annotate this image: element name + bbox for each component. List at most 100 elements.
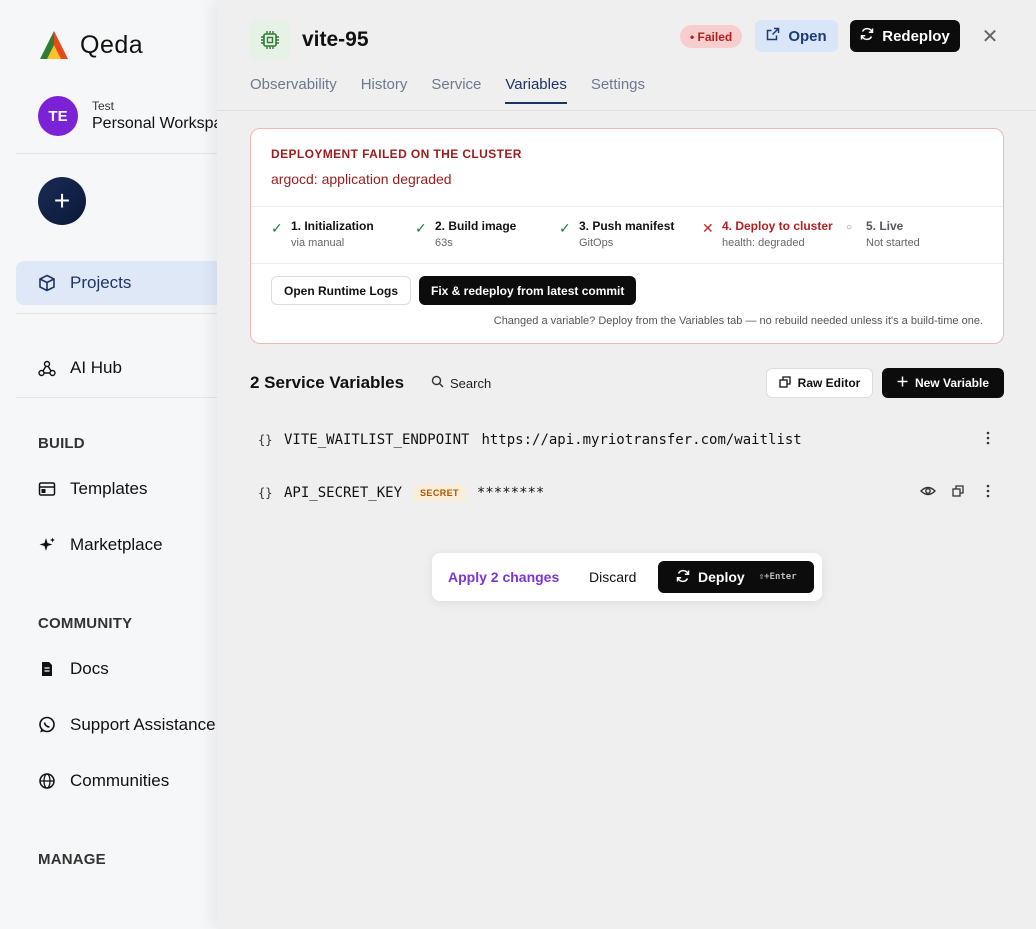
- variables-title: 2 Service Variables: [250, 373, 405, 392]
- divider: [251, 263, 1003, 264]
- secret-badge: SECRET: [414, 485, 465, 501]
- fix-redeploy-button[interactable]: Fix & redeploy from latest commit: [419, 276, 637, 305]
- search-label: Search: [450, 375, 492, 391]
- create-button[interactable]: +: [38, 177, 86, 225]
- refresh-icon: [860, 27, 874, 45]
- section-title-build: BUILD: [38, 435, 85, 452]
- templates-icon: [38, 480, 56, 498]
- error-hint: Changed a variable? Deploy from the Vari…: [493, 315, 983, 327]
- braces-icon: {}: [258, 433, 273, 447]
- variable-name: API_SECRET_KEY: [284, 485, 403, 501]
- qeda-logo-icon: [40, 31, 68, 59]
- sidebar-item-templates[interactable]: Templates: [16, 467, 217, 511]
- deploy-button[interactable]: Deploy ⇧+Enter: [658, 561, 814, 593]
- sidebar-item-ai-hub[interactable]: AI Hub: [16, 346, 217, 390]
- ai-hub-icon: [38, 359, 56, 377]
- workspace-switcher[interactable]: TE Test Personal Workspace: [38, 96, 217, 136]
- kebab-icon: [986, 484, 990, 502]
- deployment-error-card: DEPLOYMENT FAILED ON THE CLUSTER argocd:…: [250, 128, 1004, 344]
- sidebar-item-label: Marketplace: [70, 535, 163, 554]
- sidebar-item-marketplace[interactable]: Marketplace: [16, 523, 217, 567]
- section-title-manage: MANAGE: [38, 851, 106, 868]
- pipeline-step-initialization: ✓ 1. Initialization via manual: [271, 219, 374, 249]
- status-badge: • Failed: [680, 25, 743, 48]
- workspace-name: Personal Workspace: [92, 115, 217, 132]
- sidebar-item-docs[interactable]: Docs: [16, 647, 217, 691]
- deploy-label: Deploy: [698, 569, 745, 585]
- sidebar-item-label: Support Assistance: [70, 715, 216, 734]
- eye-icon: [920, 485, 936, 501]
- sidebar-item-label: Docs: [70, 659, 109, 678]
- reveal-button[interactable]: [920, 485, 936, 501]
- more-options-button[interactable]: [980, 431, 996, 448]
- variable-name: VITE_WAITLIST_ENDPOINT: [284, 432, 470, 448]
- divider: [217, 110, 1036, 111]
- sidebar-item-communities[interactable]: Communities: [16, 759, 217, 803]
- variables-search[interactable]: Search: [431, 375, 491, 391]
- app-name: Qeda: [80, 30, 144, 59]
- sidebar-item-label: Communities: [70, 771, 170, 790]
- sidebar-item-label: Projects: [70, 273, 132, 292]
- tab-observability[interactable]: Observability: [250, 76, 337, 104]
- apply-changes-button[interactable]: Apply 2 changes: [448, 569, 559, 585]
- service-panel: vite-95 • Failed Open Redeploy ✕ Observa…: [217, 0, 1036, 929]
- step-title: 4. Deploy to cluster: [722, 219, 833, 233]
- chip-icon: [250, 20, 290, 60]
- globe-icon: [38, 772, 56, 790]
- sidebar-item-support[interactable]: Support Assistance: [16, 703, 217, 747]
- raw-editor-label: Raw Editor: [797, 376, 861, 390]
- sidebar-item-label: Templates: [70, 479, 148, 498]
- section-title-community: COMMUNITY: [38, 615, 133, 632]
- tab-variables[interactable]: Variables: [505, 76, 567, 104]
- circle-icon: ○: [846, 222, 853, 233]
- raw-editor-button[interactable]: Raw Editor: [766, 368, 873, 398]
- step-title: 3. Push manifest: [579, 219, 675, 233]
- page-title: vite-95: [302, 28, 369, 51]
- new-variable-button[interactable]: New Variable: [882, 368, 1004, 398]
- tab-settings[interactable]: Settings: [591, 76, 645, 104]
- search-icon: [431, 375, 444, 391]
- divider: [16, 153, 217, 154]
- cross-icon: ✕: [702, 220, 714, 236]
- step-subtitle: GitOps: [579, 237, 614, 249]
- open-label: Open: [788, 27, 827, 45]
- step-subtitle: 63s: [435, 237, 453, 249]
- variable-value: ********: [476, 485, 545, 501]
- more-options-button[interactable]: [980, 484, 996, 502]
- open-runtime-logs-button[interactable]: Open Runtime Logs: [271, 276, 411, 305]
- refresh-icon: [676, 569, 690, 586]
- variable-row[interactable]: {} API_SECRET_KEY SECRET ********: [250, 478, 1004, 508]
- step-title: 2. Build image: [435, 219, 517, 233]
- step-subtitle: Not started: [866, 237, 920, 249]
- pipeline-step-push-manifest: ✓ 3. Push manifest GitOps: [559, 219, 674, 249]
- pipeline-step-deploy-to-cluster: ✕ 4. Deploy to cluster health: degraded: [702, 219, 833, 249]
- tab-service[interactable]: Service: [431, 76, 481, 104]
- keyboard-shortcut: ⇧+Enter: [758, 572, 797, 582]
- docs-icon: [38, 660, 56, 678]
- open-button[interactable]: Open: [755, 20, 838, 52]
- sidebar-item-label: AI Hub: [70, 358, 122, 377]
- step-subtitle: via manual: [291, 237, 345, 249]
- external-link-icon: [766, 27, 780, 45]
- close-button[interactable]: ✕: [979, 25, 1001, 48]
- copy-icon: [952, 485, 964, 501]
- error-message: argocd: application degraded: [271, 171, 452, 187]
- pending-changes-bar: Apply 2 changes Discard Deploy ⇧+Enter: [432, 553, 822, 601]
- divider: [16, 313, 217, 314]
- step-title: 5. Live: [866, 219, 904, 233]
- tab-history[interactable]: History: [361, 76, 408, 104]
- cube-icon: [38, 274, 56, 292]
- workspace-label: Test: [92, 99, 115, 113]
- variable-value: https://api.myriotransfer.com/waitlist: [481, 432, 802, 448]
- close-icon: ✕: [981, 25, 999, 48]
- copy-value-button[interactable]: [950, 485, 966, 501]
- sidebar-item-projects[interactable]: Projects: [16, 261, 217, 305]
- sparkle-icon: [38, 536, 56, 554]
- variable-row[interactable]: {} VITE_WAITLIST_ENDPOINT https://api.my…: [250, 425, 1004, 455]
- avatar: TE: [38, 96, 78, 136]
- check-icon: ✓: [415, 220, 427, 236]
- tab-bar: Observability History Service Variables …: [250, 76, 645, 104]
- discard-button[interactable]: Discard: [589, 569, 636, 585]
- app-logo[interactable]: Qeda: [38, 29, 143, 61]
- redeploy-button[interactable]: Redeploy: [850, 20, 960, 52]
